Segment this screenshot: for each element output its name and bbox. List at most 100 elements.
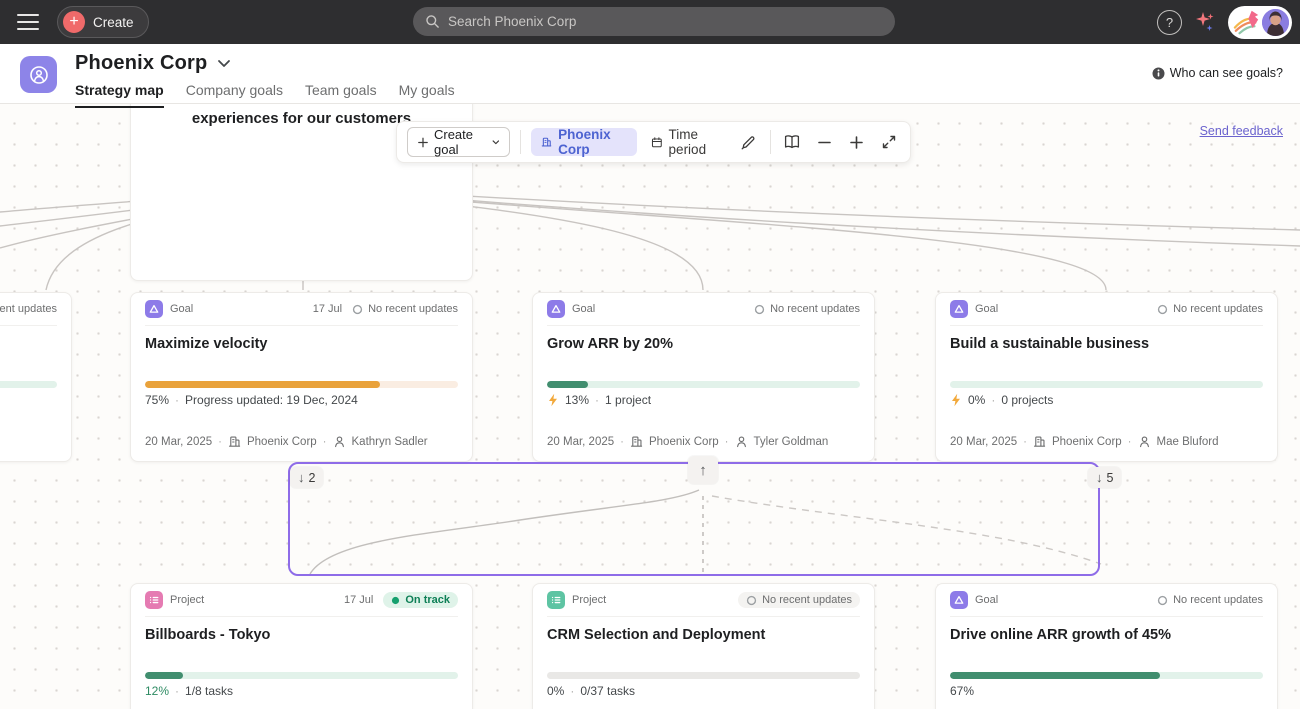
card-type-label: Project (572, 594, 606, 606)
dot-separator: · (323, 436, 327, 448)
plus-icon (418, 136, 428, 149)
stats-percent: 13% (565, 393, 589, 407)
card-due-date: 17 Jul (344, 594, 373, 606)
user-avatar (1262, 9, 1289, 36)
footer-org: Phoenix Corp (649, 436, 719, 448)
selection-badge-up-center[interactable]: ↑ (688, 456, 718, 484)
dot-separator: · (175, 393, 179, 407)
highlighter-icon[interactable] (738, 128, 760, 156)
footer-org: Phoenix Corp (247, 436, 317, 448)
card-status[interactable]: No recent updates (1157, 303, 1263, 315)
progress-bar (950, 381, 1263, 388)
who-can-see-goals[interactable]: Who can see goals? (1152, 66, 1283, 80)
status-label: No recent updates (1173, 594, 1263, 606)
zoom-in-icon[interactable] (845, 128, 867, 156)
person-icon (333, 435, 346, 448)
tab-strategy-map[interactable]: Strategy map (75, 82, 164, 108)
stats-detail: 1/8 tasks (185, 684, 233, 698)
help-button[interactable]: ? (1157, 10, 1182, 35)
footer-date: 20 Mar, 2025 (145, 436, 212, 448)
card-title[interactable]: Maximize velocity (145, 336, 458, 352)
card-title[interactable]: Billboards - Tokyo (145, 627, 458, 643)
card-status[interactable]: No recent updates (754, 303, 860, 315)
project-card[interactable]: Project 17 Jul On track Billboards - Tokyo 1… (130, 583, 473, 709)
account-pill[interactable] (1228, 6, 1292, 39)
card-type-label: Goal (975, 303, 998, 315)
card-type-label: Project (170, 594, 204, 606)
progress-bar (145, 381, 458, 388)
create-button[interactable]: + Create (57, 6, 149, 38)
fullscreen-icon[interactable] (878, 128, 900, 156)
goal-card-partial-left[interactable]: No recent updates (0, 292, 72, 462)
stats-detail: Progress updated: 19 Dec, 2024 (185, 393, 358, 407)
workspace-avatar[interactable] (20, 56, 57, 93)
card-title[interactable]: CRM Selection and Deployment (547, 627, 860, 643)
strategy-map-canvas[interactable]: experiences for our customers No recent … (0, 104, 1300, 709)
goal-icon (950, 591, 968, 609)
card-title[interactable]: Drive online ARR growth of 45% (950, 627, 1263, 643)
stats-percent: 0% (968, 393, 985, 407)
topbar: + Create ? (0, 0, 1300, 44)
card-head-meta: No recent updates (1157, 303, 1263, 315)
time-period-button[interactable]: Time period (647, 127, 728, 157)
selection-badge-down-right[interactable]: ↓ 5 (1088, 467, 1121, 488)
goal-card[interactable]: Goal17 JulNo recent updatesMaximize velo… (130, 292, 473, 462)
card-footer: 20 Mar, 2025·Phoenix Corp·Tyler Goldman (547, 435, 828, 448)
card-head-meta: No recent updates (754, 303, 860, 315)
card-stats: 0%·0 projects (950, 393, 1053, 407)
create-button-label: Create (93, 15, 134, 30)
zoom-out-icon[interactable] (813, 128, 835, 156)
search-bar[interactable] (413, 7, 895, 36)
tab-company-goals[interactable]: Company goals (186, 82, 283, 108)
arrow-down-icon: ↓ (1096, 470, 1103, 485)
card-title[interactable]: Build a sustainable business (950, 336, 1263, 352)
card-title[interactable]: Grow ARR by 20% (547, 336, 860, 352)
card-status[interactable]: No recent updates (352, 303, 458, 315)
dot-separator: · (175, 684, 179, 698)
goal-card[interactable]: GoalNo recent updatesDrive online ARR gr… (935, 583, 1278, 709)
building-icon (630, 435, 643, 448)
map-toolbar: Create goal Phoenix Corp Time period (396, 121, 911, 163)
goal-card[interactable]: Goal No recent updates Build a sustainable… (935, 292, 1278, 462)
project-card[interactable]: Project No recent updates CRM Selection an… (532, 583, 875, 709)
card-head-meta: No recent updates (1157, 594, 1263, 606)
send-feedback-link[interactable]: Send feedback (1200, 124, 1283, 138)
card-stats: 0%·0/37 tasks (547, 684, 635, 698)
chevron-down-icon (492, 139, 500, 146)
stats-percent: 0% (547, 684, 564, 698)
card-status[interactable]: No recent updates (1157, 594, 1263, 606)
card-status[interactable]: No recent updates (738, 592, 860, 608)
chevron-down-icon[interactable] (217, 59, 231, 68)
hamburger-menu-icon[interactable] (17, 14, 39, 30)
tab-team-goals[interactable]: Team goals (305, 82, 377, 108)
footer-org: Phoenix Corp (1052, 436, 1122, 448)
selection-badge-down-left[interactable]: ↓ 2 (290, 467, 323, 488)
info-icon (1152, 67, 1165, 80)
dot-separator: · (218, 436, 222, 448)
tab-my-goals[interactable]: My goals (399, 82, 455, 108)
card-head-meta: 17 JulNo recent updates (313, 303, 458, 315)
dot-separator: · (570, 684, 574, 698)
status-label: No recent updates (770, 303, 860, 315)
create-goal-button[interactable]: Create goal (407, 127, 510, 157)
arrow-up-icon: ↑ (699, 462, 707, 479)
card-footer: 20 Mar, 2025·Phoenix Corp·Kathryn Sadler (145, 435, 428, 448)
progress-bar (0, 381, 57, 388)
workspace-filter-chip[interactable]: Phoenix Corp (531, 128, 637, 156)
stats-detail: 0 projects (1001, 393, 1053, 407)
card-stats: 67% (950, 684, 974, 698)
card-head-meta: No recent updates (738, 592, 860, 608)
status-label: No recent updates (368, 303, 458, 315)
project-icon (547, 591, 565, 609)
goal-card[interactable]: GoalNo recent updatesGrow ARR by 20%13%·… (532, 292, 875, 462)
footer-date: 20 Mar, 2025 (950, 436, 1017, 448)
card-status[interactable]: On track (383, 592, 458, 608)
goal-icon (950, 300, 968, 318)
progress-bar (547, 381, 860, 388)
building-icon (1033, 435, 1046, 448)
search-input[interactable] (448, 14, 883, 29)
ai-sparkles-icon[interactable] (1194, 10, 1216, 34)
map-overview-icon[interactable] (781, 128, 803, 156)
dot-separator: · (595, 393, 599, 407)
footer-owner: Mae Bluford (1157, 436, 1219, 448)
